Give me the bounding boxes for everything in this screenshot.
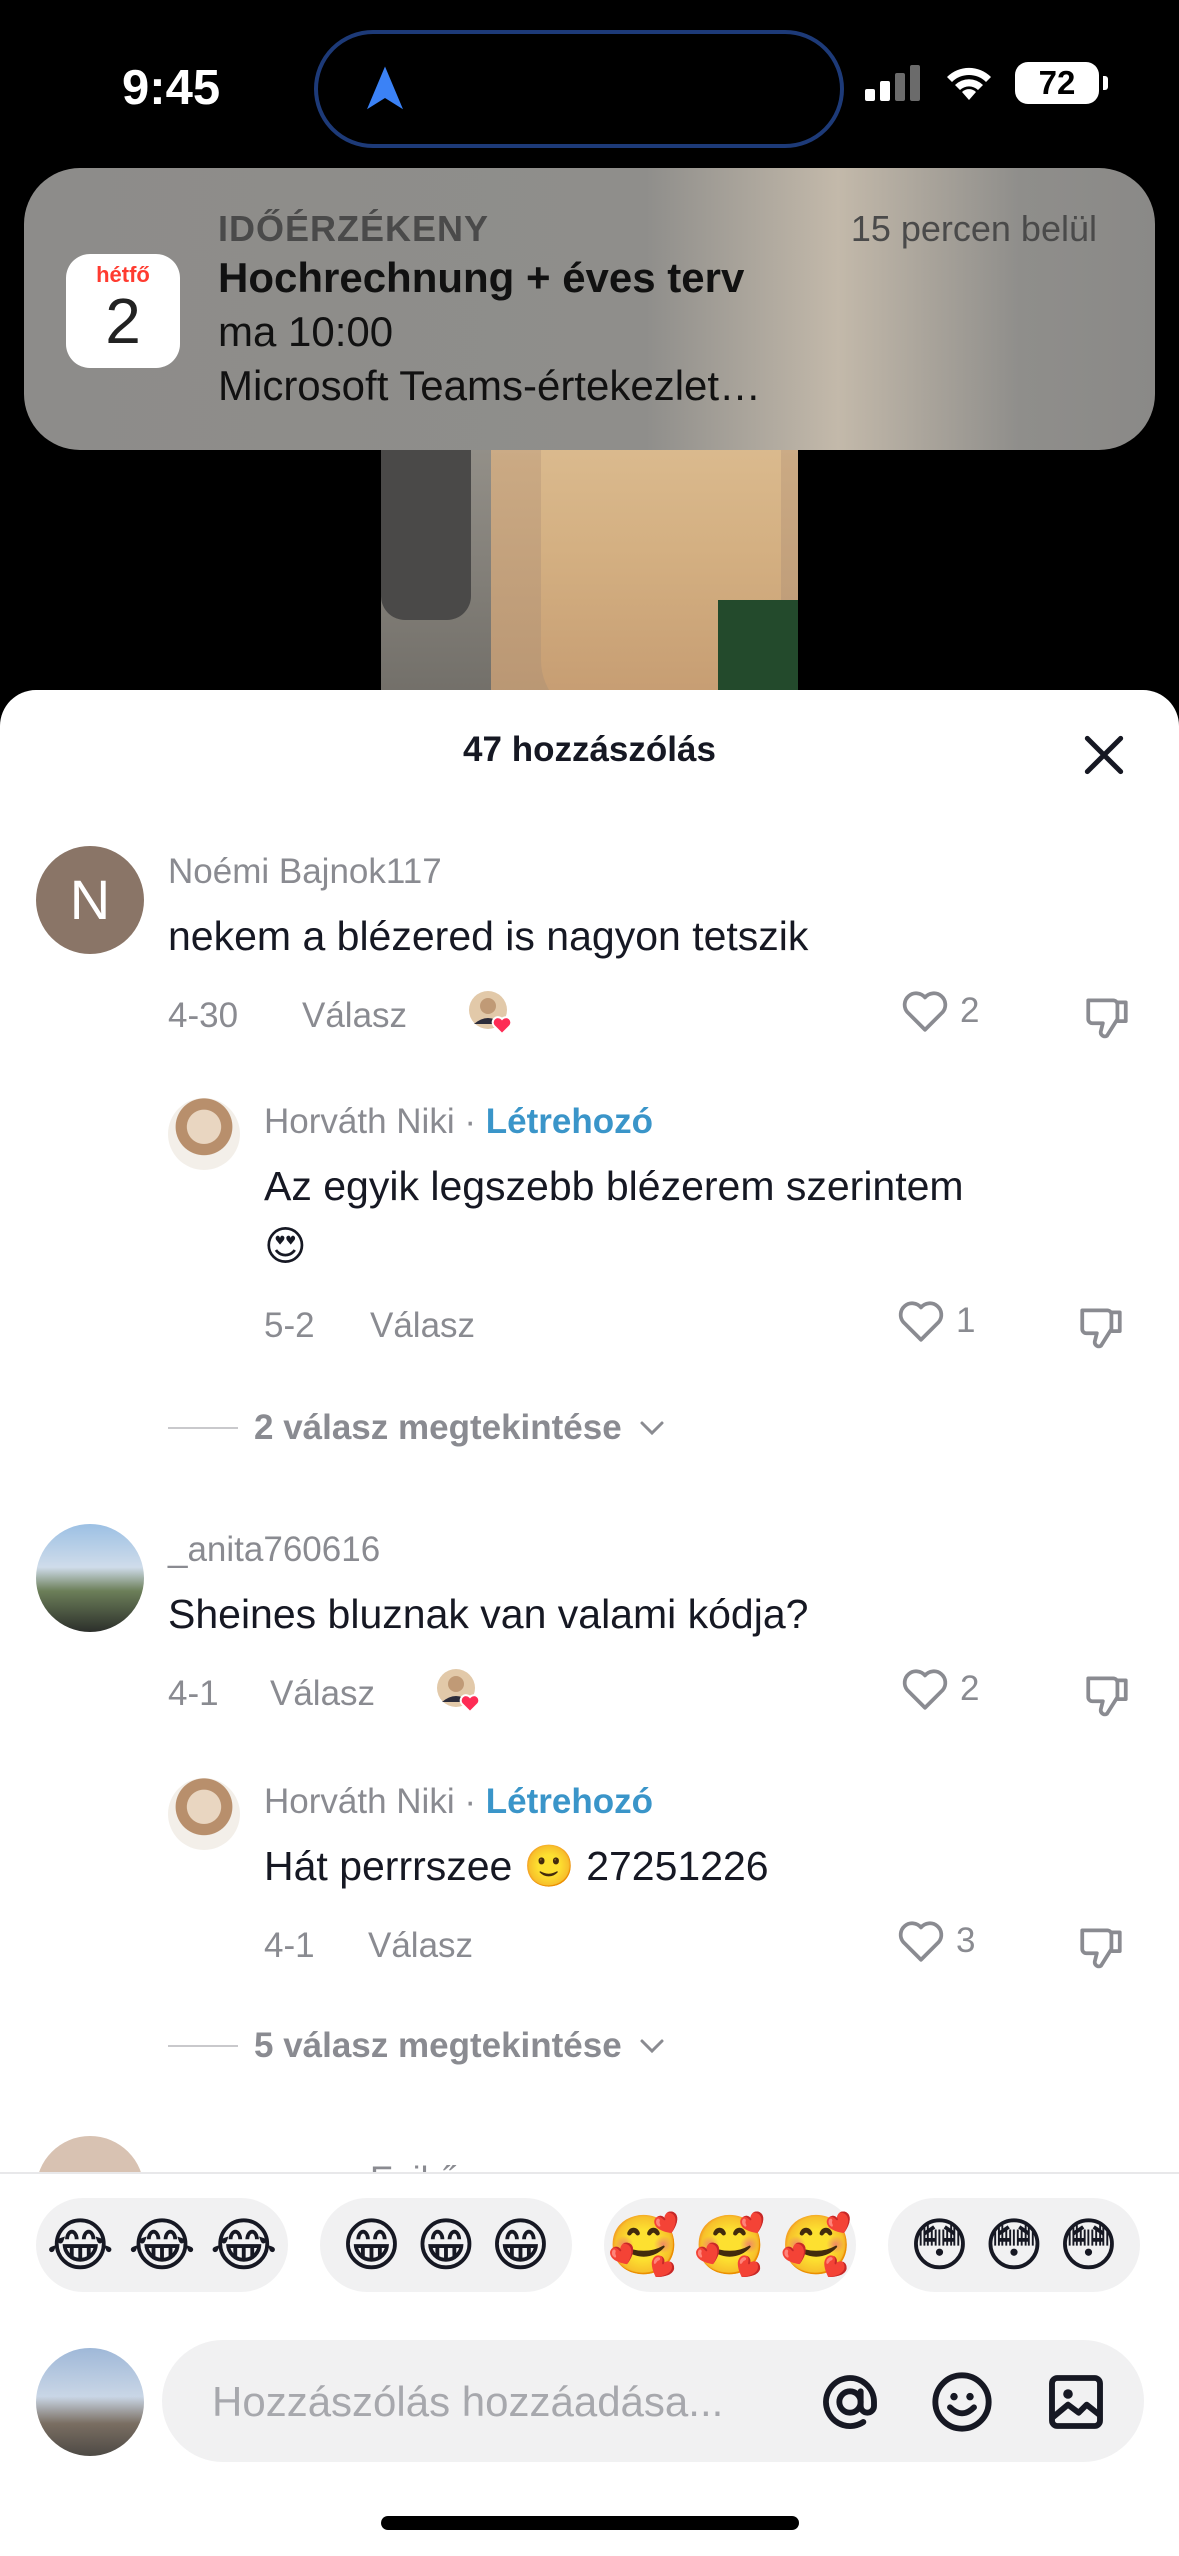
- calendar-app-icon: hétfő 2: [66, 254, 180, 368]
- reply-text: Az egyik legszebb blézerem szerintem: [264, 1163, 964, 1209]
- dynamic-island[interactable]: [314, 30, 844, 148]
- comment-text: nekem a blézered is nagyon tetszik: [168, 913, 809, 959]
- notification-body-line-1: ma 10:00: [218, 308, 394, 355]
- grinning-emoji: 😁: [415, 2211, 477, 2279]
- laughing-emoji: 😂: [46, 2211, 115, 2279]
- avatar[interactable]: [168, 1098, 240, 1170]
- reply-username[interactable]: Horváth Niki: [264, 1782, 455, 1821]
- reply-button[interactable]: Válasz: [370, 1306, 475, 1346]
- like-count: 2: [960, 991, 980, 1030]
- reply-date: 5-2: [264, 1306, 315, 1345]
- battery-indicator: 72: [1015, 62, 1108, 104]
- comment-input-placeholder: Hozzászólás hozzáadása...: [212, 2378, 724, 2425]
- divider: [168, 2045, 238, 2047]
- emoji-chip-flushed[interactable]: 😳 😳 😳: [888, 2198, 1140, 2292]
- smiling-hearts-emoji: 🥰: [607, 2210, 680, 2279]
- quick-emoji-bar: 😂 😂 😂 😁 😁 😁 🥰 🥰 🥰 😳 😳 😳: [0, 2172, 1179, 2297]
- comment-text: Sheines bluznak van valami kódja?: [168, 1591, 809, 1637]
- comment-date: 4-30: [168, 996, 239, 1035]
- comment-input[interactable]: Hozzászólás hozzáadása...: [162, 2340, 1144, 2462]
- dislike-icon[interactable]: [1076, 1922, 1126, 1972]
- reply-username-line: Horváth Niki · Létrehozó: [264, 1782, 653, 1822]
- notification-time: 15 percen belül: [850, 208, 1097, 249]
- emoji-chip-grin[interactable]: 😁 😁 😁: [320, 2198, 572, 2292]
- like-button[interactable]: 2: [900, 1666, 979, 1712]
- reply-text-emoji: 😍: [264, 1222, 307, 1270]
- separator-dot: ·: [464, 1102, 476, 1141]
- creator-badge: Létrehozó: [485, 1782, 653, 1821]
- notification-category: IDŐÉRZÉKENY: [218, 208, 490, 249]
- dislike-icon[interactable]: [1076, 1302, 1126, 1352]
- grinning-emoji: 😁: [490, 2211, 551, 2279]
- view-replies-button[interactable]: 2 válasz megtekintése: [168, 1408, 666, 1448]
- creator-liked-icon: [437, 1669, 481, 1714]
- comments-count-title: 47 hozzászólás: [463, 730, 716, 769]
- heart-icon: [898, 1301, 944, 1342]
- flushed-emoji: 😳: [909, 2211, 970, 2279]
- like-count: 1: [956, 1301, 976, 1340]
- grinning-emoji: 😁: [341, 2211, 402, 2279]
- mention-icon[interactable]: [818, 2370, 882, 2434]
- status-time: 9:45: [122, 61, 221, 115]
- comment-date: 4-1: [168, 1674, 219, 1713]
- view-replies-label: 5 válasz megtekintése: [254, 2026, 622, 2065]
- chevron-down-icon: [640, 2039, 664, 2054]
- close-icon[interactable]: [1079, 730, 1129, 780]
- notification-title: Hochrechnung + éves terv: [218, 254, 745, 301]
- heart-icon: [902, 1669, 948, 1710]
- separator-dot: ·: [464, 1782, 476, 1821]
- reply-button[interactable]: Válasz: [368, 1926, 473, 1966]
- avatar[interactable]: N: [36, 846, 144, 954]
- like-count: 3: [956, 1921, 976, 1960]
- wifi-icon: [947, 67, 991, 100]
- view-replies-button[interactable]: 5 válasz megtekintése: [168, 2026, 666, 2066]
- smiling-hearts-emoji: 🥰: [780, 2210, 853, 2279]
- laughing-emoji: 😂: [209, 2211, 278, 2279]
- smiling-hearts-emoji: 🥰: [693, 2210, 767, 2279]
- like-button[interactable]: 2: [900, 988, 979, 1034]
- dislike-icon[interactable]: [1082, 1670, 1132, 1720]
- comments-sheet: 47 hozzászólás N Noémi Bajnok117 nekem a…: [0, 690, 1179, 2556]
- status-icons: 72: [865, 62, 1108, 104]
- reply-username[interactable]: Horváth Niki: [264, 1102, 455, 1141]
- notification-body-line-2: Microsoft Teams-értekezlet…: [218, 362, 762, 409]
- flushed-emoji: 😳: [1058, 2211, 1119, 2279]
- heart-icon: [902, 991, 948, 1032]
- navigation-arrow-icon: [367, 66, 403, 110]
- home-indicator[interactable]: [381, 2516, 799, 2530]
- notification-banner[interactable]: hétfő 2 IDŐÉRZÉKENY 15 percen belül Hoch…: [24, 168, 1155, 450]
- divider: [168, 1427, 238, 1429]
- like-count: 2: [960, 1669, 980, 1708]
- comment-username[interactable]: Noémi Bajnok117: [168, 852, 442, 892]
- like-button[interactable]: 1: [896, 1298, 975, 1344]
- laughing-emoji: 😂: [128, 2211, 196, 2279]
- heart-icon: [898, 1921, 944, 1962]
- like-button[interactable]: 3: [896, 1918, 975, 1964]
- creator-badge: Létrehozó: [485, 1102, 653, 1141]
- calendar-date: 2: [105, 285, 141, 357]
- avatar[interactable]: [168, 1778, 240, 1850]
- comment-input-row: Hozzászólás hozzáadása...: [0, 2310, 1179, 2530]
- dislike-icon[interactable]: [1082, 992, 1132, 1042]
- reply-date: 4-1: [264, 1926, 315, 1965]
- reply-username-line: Horváth Niki · Létrehozó: [264, 1102, 653, 1142]
- cellular-signal-icon: [865, 65, 920, 101]
- emoji-chip-love[interactable]: 🥰 🥰 🥰: [604, 2198, 856, 2292]
- image-upload-icon[interactable]: [1044, 2370, 1108, 2434]
- my-avatar[interactable]: [36, 2348, 144, 2456]
- view-replies-label: 2 válasz megtekintése: [254, 1408, 622, 1447]
- creator-liked-icon: [469, 991, 513, 1036]
- reply-button[interactable]: Válasz: [302, 996, 407, 1036]
- reply-text: Hát perrrszee 🙂 27251226: [264, 1843, 769, 1889]
- emoji-chip-laugh[interactable]: 😂 😂 😂: [36, 2198, 288, 2292]
- emoji-picker-icon[interactable]: [930, 2370, 994, 2434]
- comment-username[interactable]: _anita760616: [168, 1530, 380, 1570]
- chevron-down-icon: [640, 1421, 664, 1436]
- flushed-emoji: 😳: [983, 2211, 1045, 2279]
- reply-button[interactable]: Válasz: [270, 1674, 375, 1714]
- avatar[interactable]: [36, 1524, 144, 1632]
